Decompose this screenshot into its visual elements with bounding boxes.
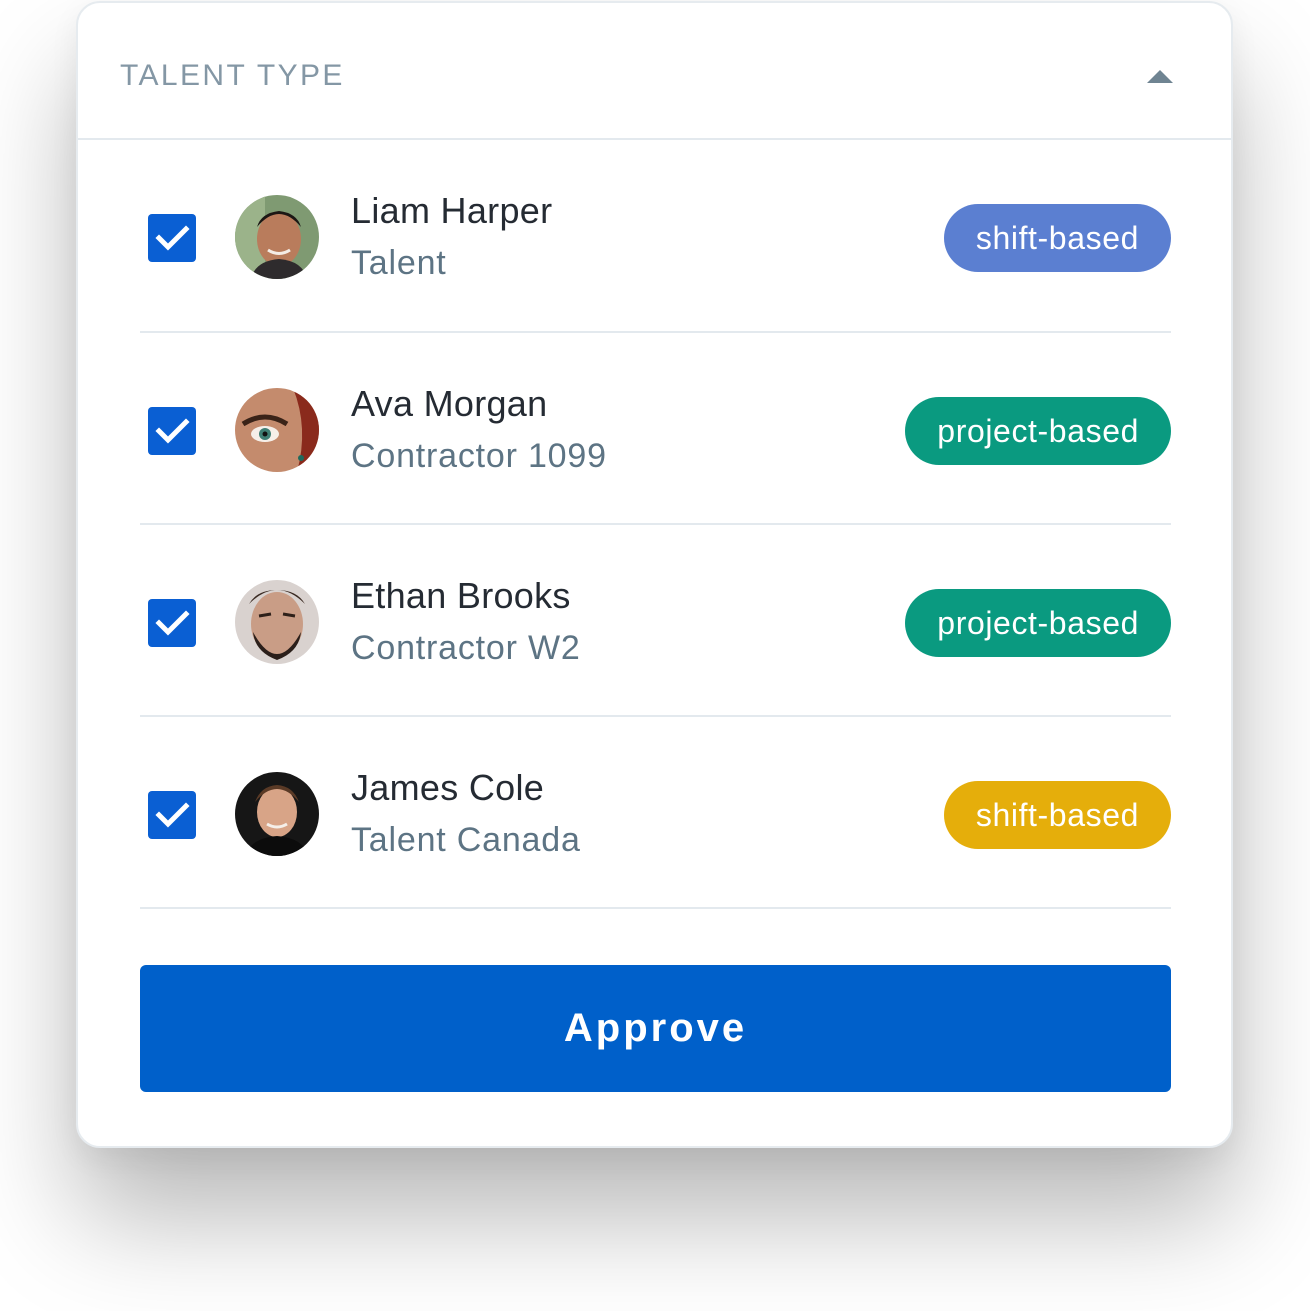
stage: TALENT TYPE Liam Harper Talent shift-bas…	[0, 0, 1310, 1311]
talent-type-badge: project-based	[905, 589, 1171, 657]
checkmark-icon	[155, 418, 190, 444]
avatar	[235, 772, 319, 856]
talent-role: Contractor 1099	[351, 437, 607, 475]
list-item: James Cole Talent Canada shift-based	[140, 717, 1171, 909]
checkmark-icon	[155, 610, 190, 636]
panel-title: TALENT TYPE	[120, 59, 345, 92]
talent-name: Liam Harper	[351, 190, 553, 231]
talent-role: Talent Canada	[351, 821, 581, 859]
talent-type-badge: project-based	[905, 397, 1171, 465]
list-item: Ethan Brooks Contractor W2 project-based	[140, 525, 1171, 717]
talent-type-badge: shift-based	[943, 204, 1171, 272]
row-checkbox[interactable]	[148, 599, 196, 647]
panel-header[interactable]: TALENT TYPE	[78, 3, 1231, 140]
row-checkbox[interactable]	[148, 407, 196, 455]
checkmark-icon	[155, 225, 190, 251]
avatar	[235, 388, 319, 472]
approve-button[interactable]: Approve	[140, 965, 1171, 1092]
checkmark-icon	[155, 802, 190, 828]
row-checkbox[interactable]	[148, 214, 196, 262]
talent-type-panel: TALENT TYPE Liam Harper Talent shift-bas…	[76, 1, 1233, 1148]
avatar	[235, 580, 319, 664]
avatar	[235, 195, 319, 279]
list-item: Ava Morgan Contractor 1099 project-based	[140, 333, 1171, 525]
talent-name: Ethan Brooks	[351, 575, 571, 616]
talent-role: Talent	[351, 244, 447, 282]
row-checkbox[interactable]	[148, 791, 196, 839]
talent-role: Contractor W2	[351, 629, 581, 667]
talent-name: Ava Morgan	[351, 383, 548, 424]
talent-type-badge: shift-based	[943, 781, 1171, 849]
talent-list: Liam Harper Talent shift-based Ava Morga…	[140, 140, 1171, 909]
list-item: Liam Harper Talent shift-based	[140, 140, 1171, 333]
talent-name: James Cole	[351, 767, 545, 808]
caret-up-icon[interactable]	[1142, 61, 1178, 91]
